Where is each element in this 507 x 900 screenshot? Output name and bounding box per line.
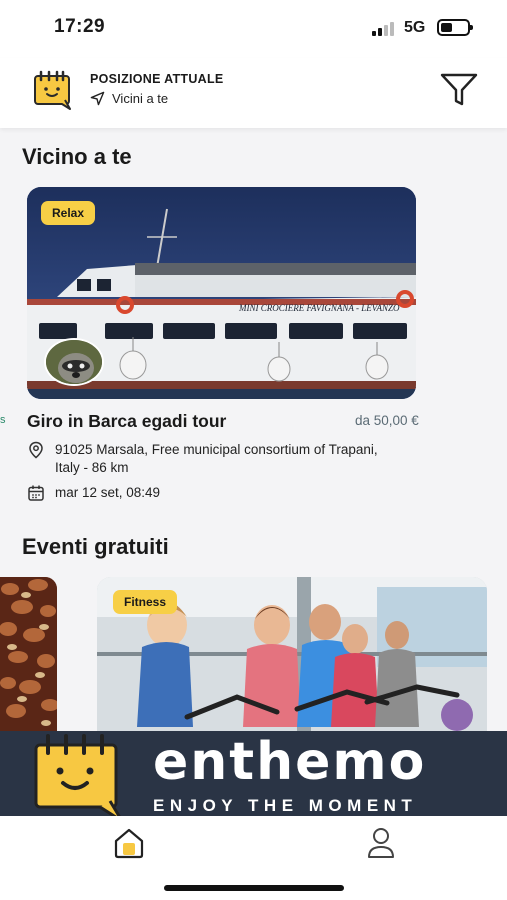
free-event-card-food[interactable] [0,577,57,732]
location-arrow-icon [90,91,105,106]
network-type: 5G [404,19,426,36]
status-bar: 17:29 5G [0,0,507,58]
cellular-signal-icon [372,22,396,36]
filter-icon[interactable] [440,72,478,108]
brand-logo-icon [34,734,124,823]
location-header[interactable]: POSIZIONE ATTUALE Vicini a te [0,58,507,128]
bottom-navigation [0,816,507,900]
status-time: 17:29 [54,16,106,37]
event-date-row: mar 12 set, 08:49 [27,484,395,502]
boat-name-text: MINI CROCIERE FAVIGNANA - LEVANZO [238,303,400,313]
category-tag-fitness: Fitness [113,590,178,614]
brand-tagline: ENJOY THE MOMENT [153,796,418,815]
category-tag-relax: Relax [41,201,96,225]
event-address-row: 91025 Marsala, Free municipal consortium… [27,441,395,477]
location-value: Vicini a te [112,91,169,106]
calendar-icon [28,485,44,501]
home-indicator [164,885,344,891]
event-date: mar 12 set, 08:49 [55,485,161,500]
current-location[interactable]: Vicini a te [90,91,168,106]
home-icon[interactable] [112,826,146,860]
scroll-edge-marker: s [0,414,6,426]
organizer-avatar[interactable] [44,338,104,386]
free-event-card-fitness[interactable]: Fitness [97,577,487,732]
event-address: 91025 Marsala, Free municipal consortium… [55,442,378,475]
location-pin-icon [29,441,43,459]
event-title[interactable]: Giro in Barca egadi tour [27,411,226,432]
event-price: da 50,00 € [355,413,419,428]
location-title: POSIZIONE ATTUALE [90,72,224,86]
section-title-free-events: Eventi gratuiti [22,534,169,559]
app-logo-icon [34,70,71,110]
profile-icon[interactable] [366,826,396,860]
section-title-nearby: Vicino a te [22,144,132,169]
brand-name: enthemo [153,732,427,792]
battery-icon [437,19,473,36]
